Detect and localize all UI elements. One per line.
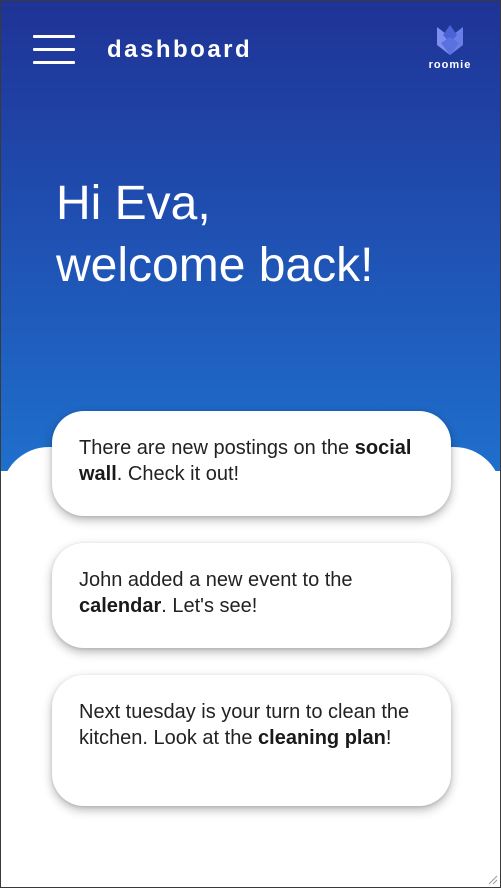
- roomie-logo-icon: [437, 25, 463, 55]
- greeting-line-1: Hi Eva,: [56, 177, 211, 230]
- calendar-link[interactable]: calendar: [79, 595, 161, 617]
- app-screen: dashboard roomie Hi Eva, welcome back! T…: [0, 0, 501, 888]
- roomie-logo[interactable]: roomie: [428, 23, 472, 71]
- hamburger-menu-icon[interactable]: [33, 35, 75, 65]
- notification-card-calendar[interactable]: John added a new event to the calendar. …: [52, 543, 451, 648]
- welcome-greeting: Hi Eva, welcome back!: [56, 173, 476, 297]
- top-bar: dashboard roomie: [1, 1, 500, 97]
- resize-grip-icon[interactable]: [488, 875, 498, 885]
- card-text: !: [385, 727, 392, 749]
- card-text: . Let's see!: [161, 595, 258, 617]
- menu-bar-line: [33, 61, 75, 64]
- notification-card-cleaning-plan[interactable]: Next tuesday is your turn to clean the k…: [52, 675, 451, 806]
- logo-text: roomie: [428, 59, 472, 71]
- card-text: . Check it out!: [116, 463, 240, 485]
- page-title: dashboard: [107, 36, 253, 63]
- cleaning-plan-link[interactable]: cleaning plan: [258, 727, 386, 749]
- card-text: John added a new event to the: [79, 569, 353, 591]
- menu-bar-line: [33, 48, 75, 51]
- card-text: There are new postings on the: [79, 437, 355, 459]
- notification-card-social-wall[interactable]: There are new postings on the social wal…: [52, 411, 451, 516]
- greeting-line-2: welcome back!: [56, 239, 374, 292]
- menu-bar-line: [33, 35, 75, 38]
